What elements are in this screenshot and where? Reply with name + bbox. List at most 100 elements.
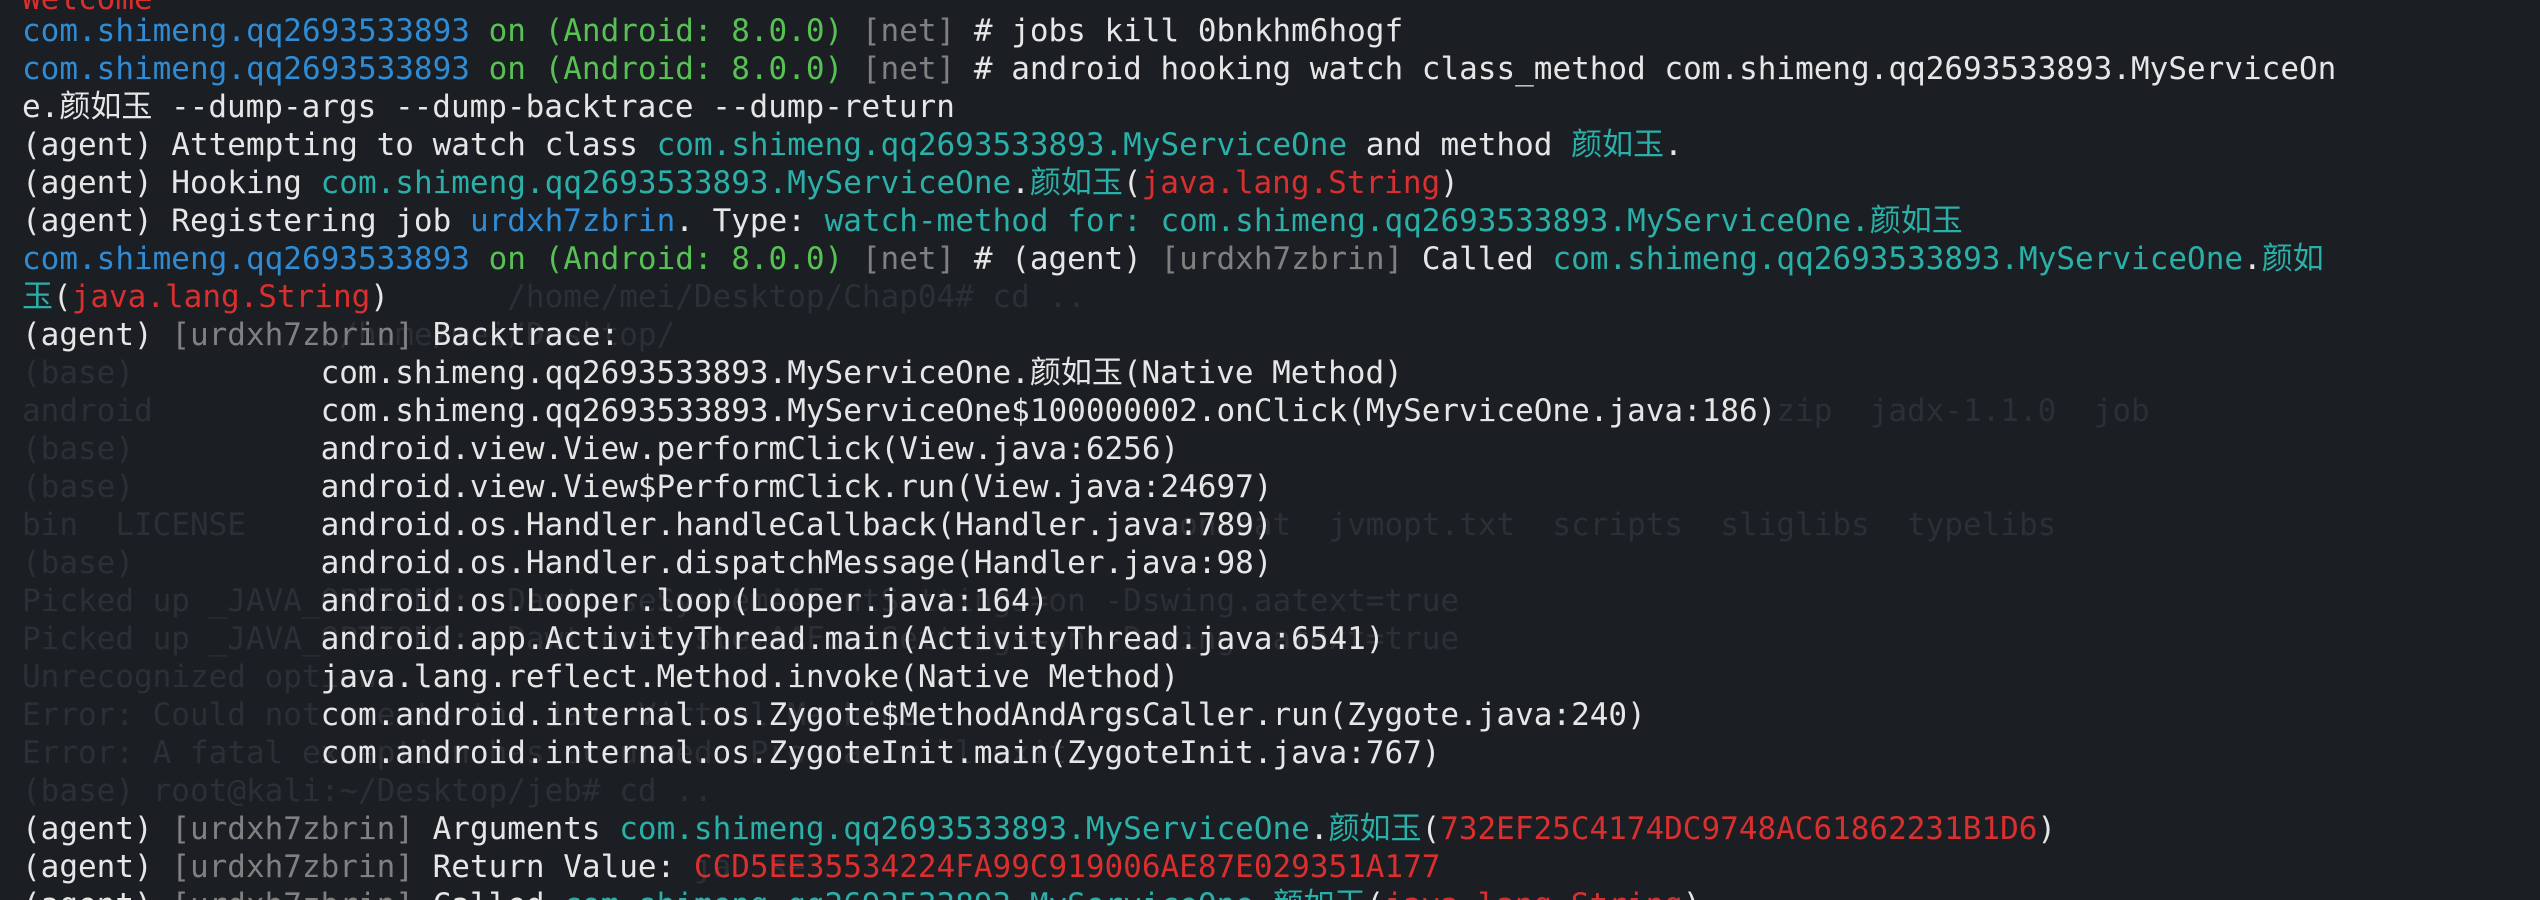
terminal-text-segment: 颜如玉 [1029, 165, 1123, 201]
terminal-text-segment: [net] [843, 13, 956, 49]
terminal-line: com.shimeng.qq2693533893.MyServiceOne.颜如… [22, 354, 1403, 392]
terminal-text-segment: (agent) [22, 849, 172, 885]
terminal-text-segment: android.view.View$PerformClick.run(View.… [22, 469, 1273, 505]
terminal-text-segment: on [469, 51, 545, 87]
terminal-line: (agent) Registering job urdxh7zbrin. Typ… [22, 202, 1963, 240]
terminal-text-segment: Backtrace: [413, 317, 620, 353]
terminal-text-segment: # (agent) [955, 241, 1161, 277]
terminal-text-segment: [net] [843, 241, 956, 277]
terminal-text-segment: android.view.View.performClick(View.java… [22, 431, 1180, 467]
terminal-text-segment: java.lang.String [1384, 887, 1683, 900]
terminal-text-segment: 732EF25C4174DC9748AC61862231B1D6 [1440, 811, 2038, 847]
terminal-line: 玉(java.lang.String) [22, 278, 389, 316]
terminal-text-segment: . [1309, 811, 1329, 847]
terminal-text-segment: Called [414, 887, 563, 900]
terminal-text-segment: [urdxh7zbrin] [1160, 241, 1404, 277]
terminal-text-segment: java.lang.reflect.Method.invoke(Native M… [22, 659, 1180, 695]
terminal-line: com.android.internal.os.Zygote$MethodAnd… [22, 696, 1646, 734]
terminal-line: (agent) [urdxh7zbrin] Backtrace: [22, 316, 619, 354]
terminal-text-segment: ( [53, 279, 72, 315]
terminal-text-segment: com.shimeng.qq2693533893.MyServiceOne.颜如… [563, 887, 1365, 900]
terminal-text-segment: ) [370, 279, 389, 315]
terminal-text-segment: Arguments [413, 811, 620, 847]
terminal-line: (agent) Hooking com.shimeng.qq2693533893… [22, 164, 1459, 202]
terminal-text-segment: 颜如 [2261, 241, 2324, 277]
terminal-text-segment: [urdxh7zbrin] [171, 317, 414, 353]
terminal-text-segment: android.os.Looper.loop(Looper.java:164) [22, 583, 1049, 619]
terminal-line: android.os.Looper.loop(Looper.java:164) [22, 582, 1049, 620]
terminal-line: (agent) Attempting to watch class com.sh… [22, 126, 1683, 164]
terminal-text-segment: (agent) Attempting to watch class [22, 127, 657, 163]
ghost-line: (base) root@kali:~/Desktop/jeb# cd .. [22, 773, 713, 809]
terminal-text-segment: # jobs kill 0bnkhm6hogf [955, 13, 1404, 49]
terminal-text-segment: 玉 [22, 279, 53, 315]
terminal-text-segment: and method [1347, 127, 1572, 163]
terminal-text-segment: # android hooking watch class_method com… [955, 51, 2337, 87]
terminal-text-segment: (agent) Registering job [22, 203, 470, 239]
terminal-line: android.os.Handler.dispatchMessage(Handl… [22, 544, 1273, 582]
terminal-text-segment: urdxh7zbrin [469, 203, 676, 239]
terminal-line: com.shimeng.qq2693533893 on (Android: 8.… [22, 50, 2336, 88]
terminal-text-segment: java.lang.String [71, 279, 371, 315]
terminal-text-segment: [urdxh7zbrin] [171, 811, 414, 847]
terminal-text-segment: (agent) Hooking [22, 165, 321, 201]
terminal-text-segment: com.shimeng.qq2693533893.MyServiceOne$10… [22, 393, 1777, 429]
terminal-text-segment: android.app.ActivityThread.main(Activity… [22, 621, 1385, 657]
terminal-text-segment: com.shimeng.qq2693533893.MyServiceOne [1552, 241, 2244, 277]
terminal-text-segment: ( [1421, 811, 1441, 847]
terminal-text-segment: ( [1365, 887, 1384, 900]
terminal-text-segment: com.android.internal.os.Zygote$MethodAnd… [22, 697, 1646, 733]
terminal-text-segment: CCD5EE35534224FA99C919006AE87E029351A177 [693, 849, 1441, 885]
terminal-text-segment: com.android.internal.os.ZygoteInit.main(… [22, 735, 1441, 771]
terminal-text-segment: com.shimeng.qq2693533893 [22, 13, 470, 49]
terminal-line: android.view.View$PerformClick.run(View.… [22, 468, 1273, 506]
terminal-text-segment: com.shimeng.qq2693533893.MyServiceOne.颜如… [22, 355, 1403, 391]
terminal-text-segment: Called [1403, 241, 1553, 277]
terminal-line: (agent) [urdxh7zbrin] Arguments com.shim… [22, 810, 2056, 848]
terminal-text-segment: (Android: 8.0.0) [544, 51, 844, 87]
terminal-text-segment: . [2243, 241, 2262, 277]
terminal-text-segment: 颜如玉 [1571, 127, 1665, 163]
terminal-text-segment: 颜如玉 [1328, 811, 1422, 847]
terminal-text-segment: (agent) [22, 811, 172, 847]
terminal-text-segment: . Type: [675, 203, 825, 239]
terminal-text-segment: (Android: 8.0.0) [544, 241, 844, 277]
terminal-line: (agent) [urdxh7zbrin] Return Value: CCD5… [22, 848, 1440, 886]
terminal-text-segment: e.颜如玉 --dump-args --dump-backtrace --dum… [22, 89, 955, 125]
terminal-text-segment: ) [2037, 811, 2057, 847]
terminal-text-segment: (Android: 8.0.0) [544, 13, 844, 49]
terminal-text-segment: . [1011, 165, 1030, 201]
terminal-text-segment: [net] [843, 51, 956, 87]
terminal-text-segment: com.shimeng.qq2693533893 [22, 241, 470, 277]
terminal-text-segment: [urdxh7zbrin] [171, 849, 414, 885]
terminal-text-segment: com.shimeng.qq2693533893.MyServiceOne [619, 811, 1310, 847]
terminal-text-segment: (agent) [22, 317, 172, 353]
terminal-line: android.view.View.performClick(View.java… [22, 430, 1180, 468]
terminal-line: com.shimeng.qq2693533893 on (Android: 8.… [22, 240, 2324, 278]
terminal-line: android.app.ActivityThread.main(Activity… [22, 620, 1385, 658]
terminal-text-segment: . [1664, 127, 1683, 163]
terminal-text-segment: com.shimeng.qq2693533893 [22, 51, 470, 87]
terminal-text-segment: watch-method for: com.shimeng.qq26935338… [824, 203, 1963, 239]
terminal-line: (agent) [urdxh7zbrin] Called com.shimeng… [22, 886, 1701, 900]
terminal-text-segment: [urdxh7zbrin] [171, 887, 414, 900]
terminal-text-segment: (agent) [22, 887, 171, 900]
terminal-text-segment: ) [1440, 165, 1459, 201]
terminal-text-segment: on [469, 241, 545, 277]
terminal-line: android.os.Handler.handleCallback(Handle… [22, 506, 1273, 544]
terminal-line: com.shimeng.qq2693533893 on (Android: 8.… [22, 12, 1403, 50]
terminal-text-segment: ( [1122, 165, 1142, 201]
terminal-text-segment: com.shimeng.qq2693533893.MyServiceOne [320, 165, 1012, 201]
terminal-text-segment: java.lang.String [1141, 165, 1441, 201]
terminal-line: e.颜如玉 --dump-args --dump-backtrace --dum… [22, 88, 955, 126]
terminal-text-segment: ) [1683, 887, 1702, 900]
terminal-line: com.android.internal.os.ZygoteInit.main(… [22, 734, 1441, 772]
terminal-text-segment: on [469, 13, 545, 49]
terminal-text-segment: Return Value: [413, 849, 694, 885]
terminal-window[interactable]: /home/mei/Desktop/Chap04# cd .. /home/me… [0, 0, 2540, 900]
terminal-line: com.shimeng.qq2693533893.MyServiceOne$10… [22, 392, 1777, 430]
terminal-text-segment: com.shimeng.qq2693533893.MyServiceOne [656, 127, 1348, 163]
terminal-text-segment: android.os.Handler.dispatchMessage(Handl… [22, 545, 1273, 581]
terminal-line: java.lang.reflect.Method.invoke(Native M… [22, 658, 1180, 696]
terminal-text-segment: android.os.Handler.handleCallback(Handle… [22, 507, 1273, 543]
